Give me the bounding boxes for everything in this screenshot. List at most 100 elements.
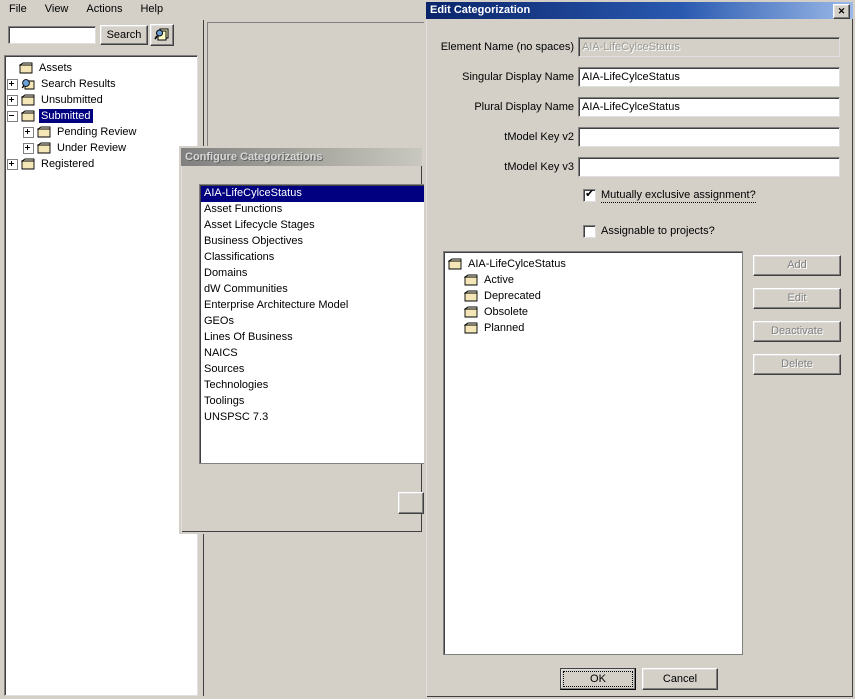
tree-collapse-icon[interactable] (7, 110, 18, 122)
ok-button[interactable]: OK (560, 668, 636, 690)
tree-expander-icon[interactable] (7, 78, 18, 90)
tree-node-pending-review[interactable]: Pending Review (7, 124, 197, 140)
edit-dialog-title: Edit Categorization (430, 4, 531, 16)
folder-icon (21, 94, 35, 105)
tree-node-root-category[interactable]: AIA-LifeCylceStatus (448, 256, 742, 272)
add-button[interactable]: Add (753, 255, 841, 276)
tree-expander-icon[interactable] (23, 142, 34, 154)
list-item[interactable]: Enterprise Architecture Model (201, 298, 424, 314)
tree-expander-icon[interactable] (23, 126, 34, 138)
menu-item-help[interactable]: Help (131, 1, 172, 18)
cancel-button[interactable]: Cancel (642, 668, 718, 690)
tree-node-label: Assets (39, 62, 73, 74)
field-label: tModel Key v2 (504, 131, 574, 143)
tree-expander-icon[interactable] (7, 158, 18, 170)
app-root: File View Actions Help Search Assets Sea… (0, 0, 855, 699)
field-label: Element Name (no spaces) (440, 41, 574, 53)
categorizations-list[interactable]: AIA-LifeCylceStatus Asset Functions Asse… (199, 184, 425, 464)
focus-ring (563, 671, 633, 687)
list-item[interactable]: Sources (201, 362, 424, 378)
field-row-tmodel-key-v3: tModel Key v3 (426, 156, 853, 178)
category-values-tree[interactable]: AIA-LifeCylceStatus Active Deprecated Ob… (443, 251, 743, 655)
asset-tree-panel[interactable]: Assets Search Results Unsubmitted Submit… (4, 55, 198, 696)
tree-node-label: Unsubmitted (41, 94, 103, 106)
field-label: Singular Display Name (462, 71, 574, 83)
menu-item-file[interactable]: File (0, 1, 36, 18)
folder-icon (464, 306, 478, 317)
tree-node-submitted[interactable]: Submitted (7, 108, 197, 124)
list-item[interactable]: Toolings (201, 394, 424, 410)
element-name-field: AIA-LifeCylceStatus (578, 37, 840, 57)
search-input[interactable] (8, 26, 96, 44)
list-item[interactable]: AIA-LifeCylceStatus (201, 186, 424, 202)
folder-icon (464, 322, 478, 333)
tree-node-under-review[interactable]: Under Review (7, 140, 197, 156)
list-item[interactable]: Asset Lifecycle Stages (201, 218, 424, 234)
tree-node-label: Active (484, 274, 514, 286)
field-label: tModel Key v3 (504, 161, 574, 173)
list-item[interactable]: Technologies (201, 378, 424, 394)
tree-node-label: Search Results (41, 78, 116, 90)
tree-node-search-results[interactable]: Search Results (7, 76, 197, 92)
folder-icon (21, 158, 35, 169)
edit-button[interactable]: Edit (753, 288, 841, 309)
field-row-plural-display-name: Plural Display Name AIA-LifeCylceStatus (426, 96, 853, 118)
search-assets-icon (154, 28, 169, 41)
folder-icon (19, 62, 33, 73)
search-button[interactable]: Search (100, 25, 148, 45)
field-row-tmodel-key-v2: tModel Key v2 (426, 126, 853, 148)
assignable-to-projects-checkbox[interactable] (583, 224, 596, 238)
configure-dialog-titlebar[interactable]: Configure Categorizations (181, 148, 422, 166)
tree-node-registered[interactable]: Registered (7, 156, 197, 172)
field-row-element-name: Element Name (no spaces) AIA-LifeCylceSt… (426, 36, 853, 58)
tree-node-active[interactable]: Active (448, 272, 742, 288)
tree-node-unsubmitted[interactable]: Unsubmitted (7, 92, 197, 108)
folder-icon (37, 126, 51, 137)
configure-dialog-footer-button[interactable] (398, 492, 424, 514)
list-item[interactable]: dW Communities (201, 282, 424, 298)
menu-item-actions[interactable]: Actions (77, 1, 131, 18)
folder-icon (464, 274, 478, 285)
list-item[interactable]: NAICS (201, 346, 424, 362)
list-item[interactable]: GEOs (201, 314, 424, 330)
close-icon[interactable]: ✕ (833, 4, 850, 19)
singular-display-name-field[interactable]: AIA-LifeCylceStatus (578, 67, 840, 87)
search-folder-icon (21, 78, 35, 89)
tree-node-label: Obsolete (484, 306, 529, 318)
search-assets-icon-button[interactable] (150, 24, 174, 46)
mutually-exclusive-label: Mutually exclusive assignment? (601, 189, 756, 203)
menu-item-view[interactable]: View (36, 1, 78, 18)
tree-node-deprecated[interactable]: Deprecated (448, 288, 742, 304)
tree-node-label: Registered (41, 158, 95, 170)
edit-categorization-dialog[interactable]: Edit Categorization ✕ Element Name (no s… (424, 0, 855, 699)
main-content-placeholder (207, 22, 425, 149)
field-label: Plural Display Name (474, 101, 574, 113)
delete-button[interactable]: Delete (753, 354, 841, 375)
list-item[interactable]: Domains (201, 266, 424, 282)
tree-node-obsolete[interactable]: Obsolete (448, 304, 742, 320)
mutually-exclusive-checkbox[interactable] (583, 188, 596, 202)
tree-node-planned[interactable]: Planned (448, 320, 742, 336)
tree-node-label: AIA-LifeCylceStatus (468, 258, 566, 270)
edit-dialog-titlebar[interactable]: Edit Categorization ✕ (426, 2, 853, 19)
folder-icon (37, 142, 51, 153)
list-item[interactable]: Classifications (201, 250, 424, 266)
list-item[interactable]: Business Objectives (201, 234, 424, 250)
field-row-singular-display-name: Singular Display Name AIA-LifeCylceStatu… (426, 66, 853, 88)
configure-categorizations-dialog[interactable]: Configure Categorizations AIA-LifeCylceS… (179, 146, 425, 534)
tmodel-key-v2-field[interactable] (578, 127, 840, 147)
tree-node-label: Planned (484, 322, 525, 334)
checkbox-row-assignable-to-projects[interactable]: Assignable to projects? (583, 224, 715, 238)
checkbox-row-mutually-exclusive[interactable]: Mutually exclusive assignment? (583, 188, 756, 203)
tree-expander-icon[interactable] (7, 94, 18, 106)
assignable-to-projects-label: Assignable to projects? (601, 225, 715, 237)
plural-display-name-field[interactable]: AIA-LifeCylceStatus (578, 97, 840, 117)
tmodel-key-v3-field[interactable] (578, 157, 840, 177)
tree-node-assets[interactable]: Assets (7, 60, 197, 76)
list-item[interactable]: Asset Functions (201, 202, 424, 218)
tree-node-label: Pending Review (57, 126, 137, 138)
list-item[interactable]: UNSPSC 7.3 (201, 410, 424, 426)
toolbar: Search (4, 22, 194, 54)
deactivate-button[interactable]: Deactivate (753, 321, 841, 342)
list-item[interactable]: Lines Of Business (201, 330, 424, 346)
